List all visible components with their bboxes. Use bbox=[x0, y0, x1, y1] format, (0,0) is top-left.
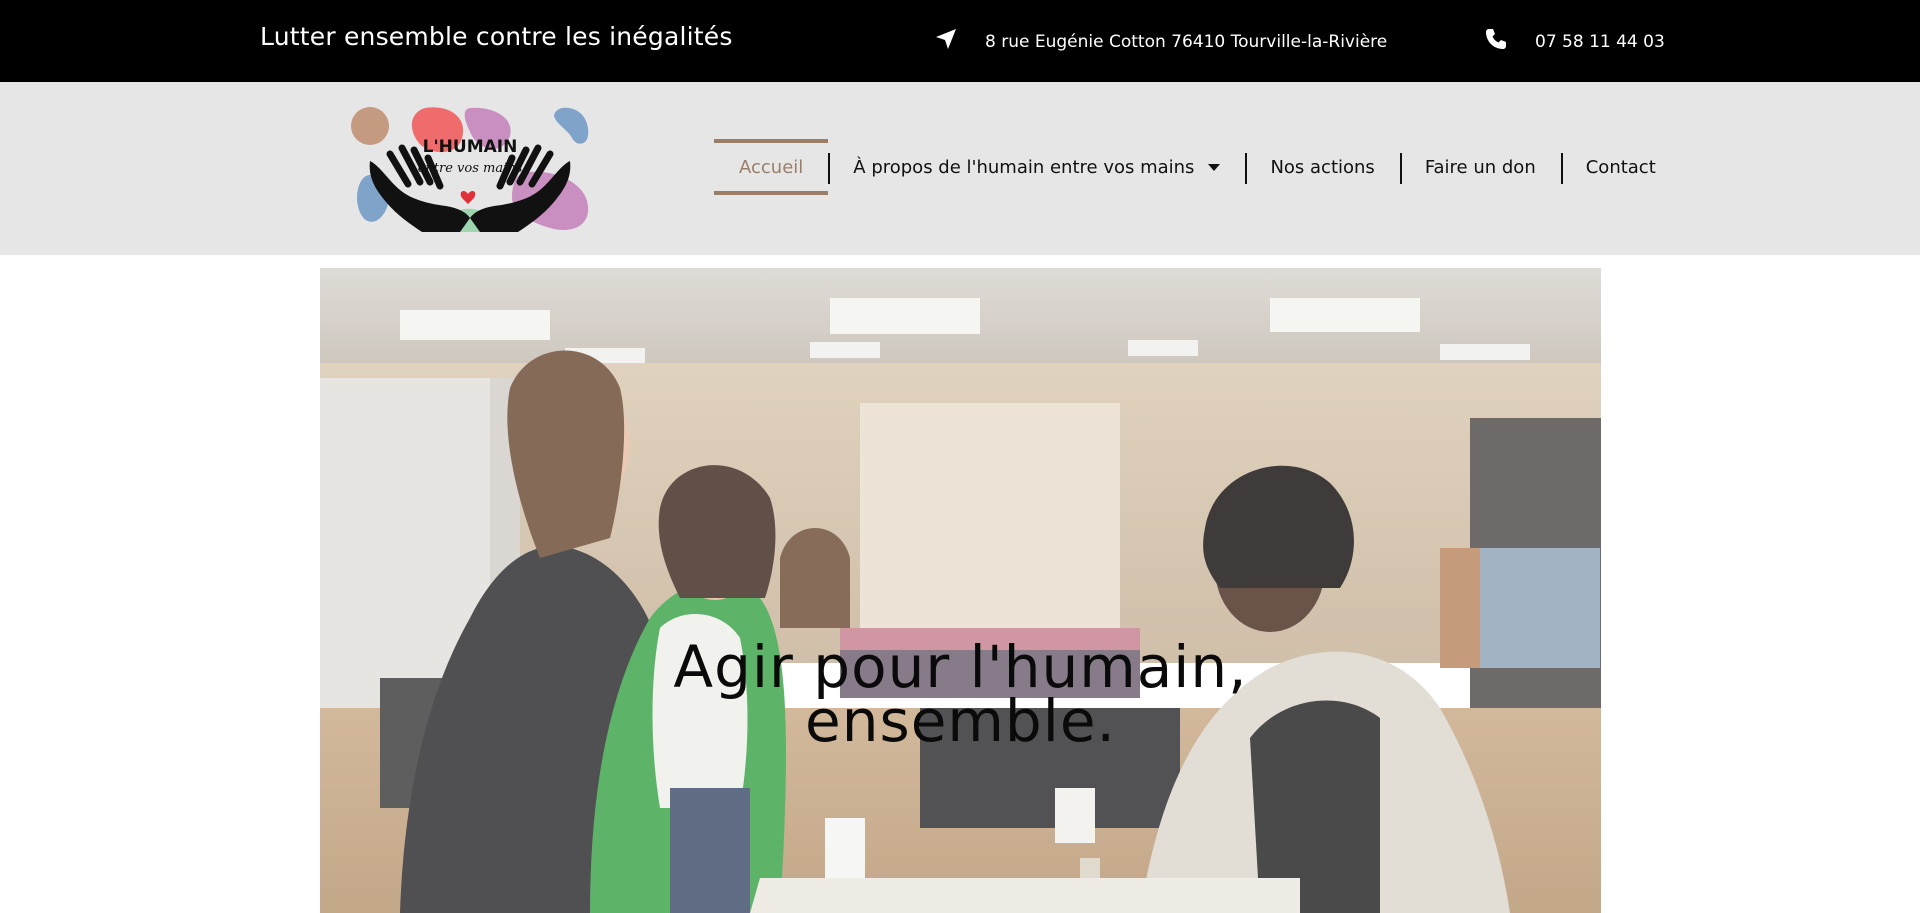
nav-item-accueil[interactable]: Accueil bbox=[714, 139, 829, 195]
chevron-down-icon bbox=[1208, 163, 1221, 171]
phone-info: 07 58 11 44 03 bbox=[1485, 28, 1665, 55]
nav-item-a-propos[interactable]: À propos de l'humain entre vos mains bbox=[828, 139, 1245, 195]
logo-text-line2: entre vos mains bbox=[418, 161, 523, 176]
address-info: 8 rue Eugénie Cotton 76410 Tourville-la-… bbox=[935, 28, 1387, 55]
nav-label: Accueil bbox=[739, 156, 804, 178]
location-arrow-icon bbox=[935, 28, 985, 55]
nav-label: À propos de l'humain entre vos mains bbox=[853, 156, 1195, 178]
address-text: 8 rue Eugénie Cotton 76410 Tourville-la-… bbox=[985, 31, 1388, 52]
site-header: L'HUMAIN entre vos mains Accueil À propo… bbox=[0, 82, 1920, 255]
hero-title: Agir pour l'humain, ensemble. bbox=[320, 638, 1601, 750]
nav-label: Faire un don bbox=[1424, 156, 1536, 178]
hero-photo bbox=[320, 268, 1601, 913]
hero-banner: Agir pour l'humain, ensemble. bbox=[320, 268, 1601, 913]
nav-label: Contact bbox=[1585, 156, 1656, 178]
nav-label: Nos actions bbox=[1270, 156, 1375, 178]
hero-title-line2: ensemble. bbox=[805, 687, 1116, 755]
site-logo[interactable]: L'HUMAIN entre vos mains bbox=[350, 106, 590, 232]
logo-text-line1: L'HUMAIN bbox=[423, 137, 518, 157]
phone-icon bbox=[1485, 28, 1535, 55]
nav-item-nos-actions[interactable]: Nos actions bbox=[1245, 139, 1399, 195]
top-bar: Lutter ensemble contre les inégalités 8 … bbox=[0, 0, 1920, 82]
nav-item-faire-un-don[interactable]: Faire un don bbox=[1399, 139, 1561, 195]
phone-number: 07 58 11 44 03 bbox=[1535, 31, 1665, 52]
nav-item-contact[interactable]: Contact bbox=[1560, 139, 1681, 195]
tagline: Lutter ensemble contre les inégalités bbox=[260, 22, 733, 51]
main-nav: Accueil À propos de l'humain entre vos m… bbox=[714, 139, 1681, 195]
